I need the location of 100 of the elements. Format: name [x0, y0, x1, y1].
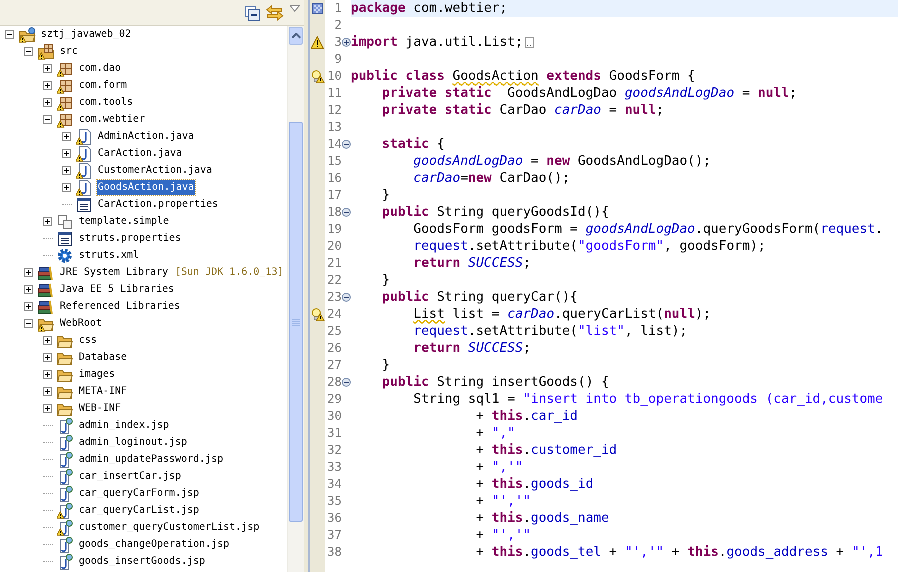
line-number: 19	[328, 222, 342, 236]
tree-item[interactable]: admin_updatePassword.jsp	[78, 452, 224, 467]
line-number: 22	[328, 273, 342, 287]
tree-toggle[interactable]	[43, 115, 52, 124]
collapse-fold-icon[interactable]	[342, 140, 351, 149]
expand-fold-icon[interactable]	[342, 38, 351, 47]
tree-item[interactable]: car_queryCarForm.jsp	[78, 486, 200, 501]
tree-item[interactable]: goods_changeOperation.jsp	[78, 537, 231, 552]
tree-item[interactable]: src	[59, 44, 80, 59]
code-line: private static GoodsAndLogDao goodsAndLogDao = null;	[381, 85, 798, 102]
code-line: + this.car_id	[475, 408, 578, 425]
tree-item[interactable]: template.simple	[78, 214, 170, 229]
grip-icon	[292, 318, 300, 326]
tree-item[interactable]: struts.properties	[78, 231, 182, 246]
line-number: 13	[328, 120, 342, 134]
tree-toggle[interactable]	[24, 268, 33, 277]
code-line: + this.customer_id	[475, 442, 618, 459]
code-line: String sql1 = "insert into tb_operationgoods (car_id,custome	[412, 391, 884, 408]
tree-toggle[interactable]	[43, 81, 52, 90]
line-number: 31	[328, 426, 342, 440]
tree-item[interactable]: AdminAction.java	[97, 129, 196, 144]
line-number: 2	[334, 18, 342, 32]
line-number: 17	[328, 188, 342, 202]
line-number: 25	[328, 324, 342, 338]
folded-code-icon[interactable]	[525, 37, 534, 48]
code-line: import java.util.List;	[351, 34, 524, 51]
line-number: 35	[328, 494, 342, 508]
code-line: + ","	[475, 425, 516, 442]
line-number: 26	[328, 341, 342, 355]
code-line: public String queryCar(){	[381, 289, 578, 306]
line-number: 20	[328, 239, 342, 253]
tree-toggle[interactable]	[43, 387, 52, 396]
tree-item[interactable]: com.tools	[78, 95, 134, 110]
tree-item[interactable]: JRE System Library	[59, 265, 170, 280]
scrollbar-thumb[interactable]	[289, 122, 303, 522]
tree-toggle[interactable]	[43, 404, 52, 413]
line-number: 33	[328, 460, 342, 474]
tree-item[interactable]: CarAction.properties	[97, 197, 220, 212]
tree-item[interactable]: com.webtier	[78, 112, 146, 127]
collapse-fold-icon[interactable]	[342, 293, 351, 302]
tree-toggle[interactable]	[24, 285, 33, 294]
tree-item[interactable]: css	[78, 333, 98, 348]
tree-item[interactable]: admin_index.jsp	[78, 418, 170, 433]
tree-item[interactable]: goods_insertGoods.jsp	[78, 554, 206, 569]
tree-item[interactable]: CustomerAction.java	[97, 163, 214, 178]
code-line: request.setAttribute("goodsForm", goodsForm);	[412, 238, 766, 255]
tree-item[interactable]: CarAction.java	[97, 146, 184, 161]
library-version: [Sun JDK 1.6.0_13]	[175, 267, 284, 278]
line-number: 11	[328, 86, 342, 100]
tree-toggle[interactable]	[43, 64, 52, 73]
tree-item[interactable]: Referenced Libraries	[59, 299, 182, 314]
tree-toggle[interactable]	[24, 302, 33, 311]
scroll-up-button[interactable]	[289, 27, 303, 45]
view-menu-icon[interactable]	[290, 5, 300, 13]
tree-toggle[interactable]	[24, 319, 33, 328]
line-number: 27	[328, 358, 342, 372]
tree-toggle[interactable]	[43, 370, 52, 379]
tree-item[interactable]: admin_loginout.jsp	[78, 435, 188, 450]
tree-item[interactable]: car_queryCarList.jsp	[78, 503, 200, 518]
tree-item[interactable]: WEB-INF	[78, 401, 122, 416]
tree-item[interactable]: WebRoot	[59, 316, 104, 331]
tree-toggle[interactable]	[43, 353, 52, 362]
tree-toggle[interactable]	[43, 336, 52, 345]
tree-toggle[interactable]	[62, 132, 71, 141]
code-line: + this.goods_name	[475, 510, 610, 527]
tree-item[interactable]: com.dao	[78, 61, 122, 76]
tree-item[interactable]: Database	[78, 350, 128, 365]
code-line: + this.goods_tel + "','" + this.goods_address + "',1	[475, 544, 884, 561]
line-number: 15	[328, 154, 342, 168]
line-number: 1	[334, 1, 342, 15]
line-number: 36	[328, 511, 342, 525]
code-line: package com.webtier;	[351, 0, 508, 17]
tree-toggle[interactable]	[62, 166, 71, 175]
tree-toggle[interactable]	[43, 217, 52, 226]
line-number: 28	[328, 375, 342, 389]
tree-item[interactable]: com.form	[78, 78, 128, 93]
line-number: 21	[328, 256, 342, 270]
tree-item[interactable]: struts.xml	[78, 248, 140, 263]
tree-toggle[interactable]	[5, 30, 14, 39]
tree-toggle[interactable]	[43, 98, 52, 107]
tree-toggle[interactable]	[62, 183, 71, 192]
tree-item[interactable]: META-INF	[78, 384, 128, 399]
tree-item[interactable]: GoodsAction.java	[97, 180, 196, 195]
sync-arrows-icon[interactable]	[266, 4, 284, 20]
tree-item[interactable]: sztj_javaweb_02	[40, 27, 132, 42]
tree-item[interactable]: car_insertCar.jsp	[78, 469, 182, 484]
collapse-all-icon[interactable]	[244, 4, 260, 20]
tree-item[interactable]: images	[78, 367, 116, 382]
code-line: return SUCCESS;	[412, 255, 532, 272]
line-number: 12	[328, 103, 342, 117]
tree-item[interactable]: customer_queryCustomerList.jsp	[78, 520, 261, 535]
collapse-fold-icon[interactable]	[342, 378, 351, 387]
line-number: 38	[328, 545, 342, 559]
tree-toggle[interactable]	[24, 47, 33, 56]
tree-item[interactable]: Java EE 5 Libraries	[59, 282, 176, 297]
tree-toggle[interactable]	[62, 149, 71, 158]
code-line: goodsAndLogDao = new GoodsAndLogDao();	[412, 153, 712, 170]
code-line: }	[381, 187, 390, 204]
code-line: return SUCCESS;	[412, 340, 532, 357]
collapse-fold-icon[interactable]	[342, 208, 351, 217]
